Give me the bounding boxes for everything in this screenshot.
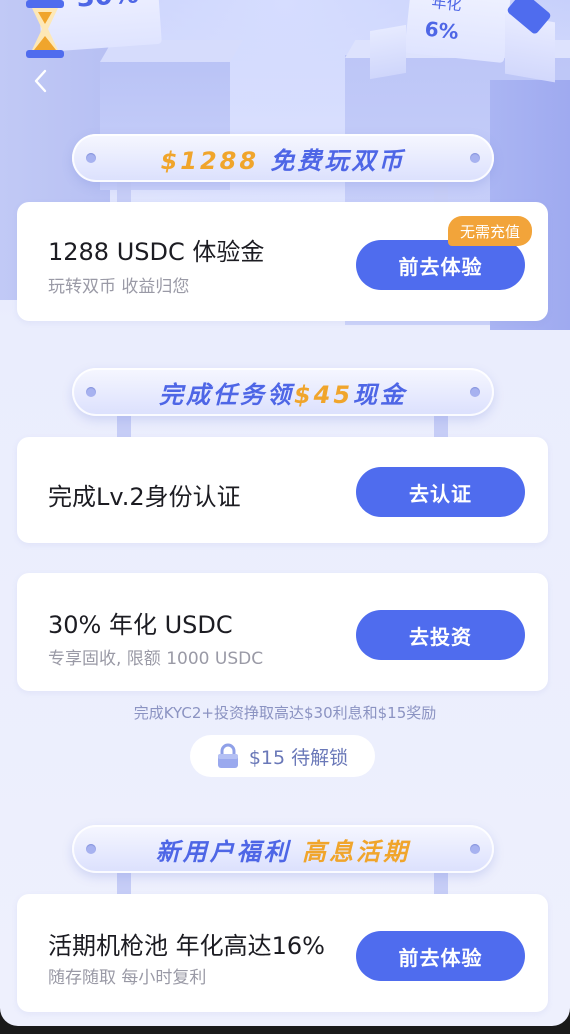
page: 30% 年化 6% $1 (0, 0, 570, 1026)
kyc-card: 完成Lv.2身份认证 去认证 (17, 437, 548, 543)
banner-title: $1288 免费玩双币 (161, 141, 406, 176)
back-button[interactable] (26, 64, 54, 98)
banner-text: 现金 (353, 380, 408, 409)
flexible-card-subtitle: 随存随取 每小时复利 (48, 968, 207, 988)
back-arrow-icon (34, 69, 47, 93)
banner-text: 免费玩双币 (259, 146, 406, 175)
hourglass-icon (20, 0, 70, 60)
banner-title: 新用户福利 高息活期 (156, 832, 410, 867)
trial-button[interactable]: 前去体验 (356, 240, 525, 290)
trial-card-subtitle: 玩转双币 收益归您 (48, 277, 190, 297)
banner-text: 完成任务领 (158, 380, 294, 409)
invest-button[interactable]: 去投资 (356, 610, 525, 660)
banner-highlight: $1288 (160, 146, 260, 175)
flexible-card-title: 活期机枪池 年化高达16% (48, 932, 325, 960)
section-banner-tasks: 完成任务领$45现金 (72, 368, 494, 416)
hero-rate-tag: 30% (75, 0, 139, 14)
locked-reward-pill: $15 待解锁 (190, 735, 375, 777)
section-banner-free-trial: $1288 免费玩双币 (72, 134, 494, 182)
banner-post (434, 872, 448, 896)
invest-card-title: 30% 年化 USDC (48, 611, 233, 639)
section-banner-new-user: 新用户福利 高息活期 (72, 825, 494, 873)
reward-note: 完成KYC2+投资挣取高达$30利息和$15奖励 (133, 704, 437, 722)
flexible-card: 活期机枪池 年化高达16% 随存随取 每小时复利 前去体验 (17, 894, 548, 1012)
trial-card: 1288 USDC 体验金 玩转双币 收益归您 前去体验 无需充值 (17, 202, 548, 321)
no-deposit-badge: 无需充值 (448, 216, 533, 246)
trial-card-title: 1288 USDC 体验金 (48, 238, 265, 266)
banner-text: 新用户福利 (155, 837, 303, 866)
banner-title: 完成任务领$45现金 (159, 375, 407, 410)
lock-icon (217, 743, 238, 768)
invest-card: 30% 年化 USDC 专享固收, 限额 1000 USDC 去投资 (17, 573, 548, 691)
hero-rate-label: 年化 (430, 0, 463, 15)
banner-highlight: 高息活期 (302, 837, 411, 866)
banner-highlight: $45 (293, 380, 354, 409)
invest-card-subtitle: 专享固收, 限额 1000 USDC (48, 649, 264, 669)
verify-button[interactable]: 去认证 (356, 467, 525, 517)
hero-rate-value: 6% (423, 16, 460, 45)
banner-post (117, 872, 131, 896)
locked-reward-value: $15 待解锁 (248, 746, 349, 769)
kyc-card-title: 完成Lv.2身份认证 (48, 483, 241, 511)
flexible-trial-button[interactable]: 前去体验 (356, 931, 525, 981)
